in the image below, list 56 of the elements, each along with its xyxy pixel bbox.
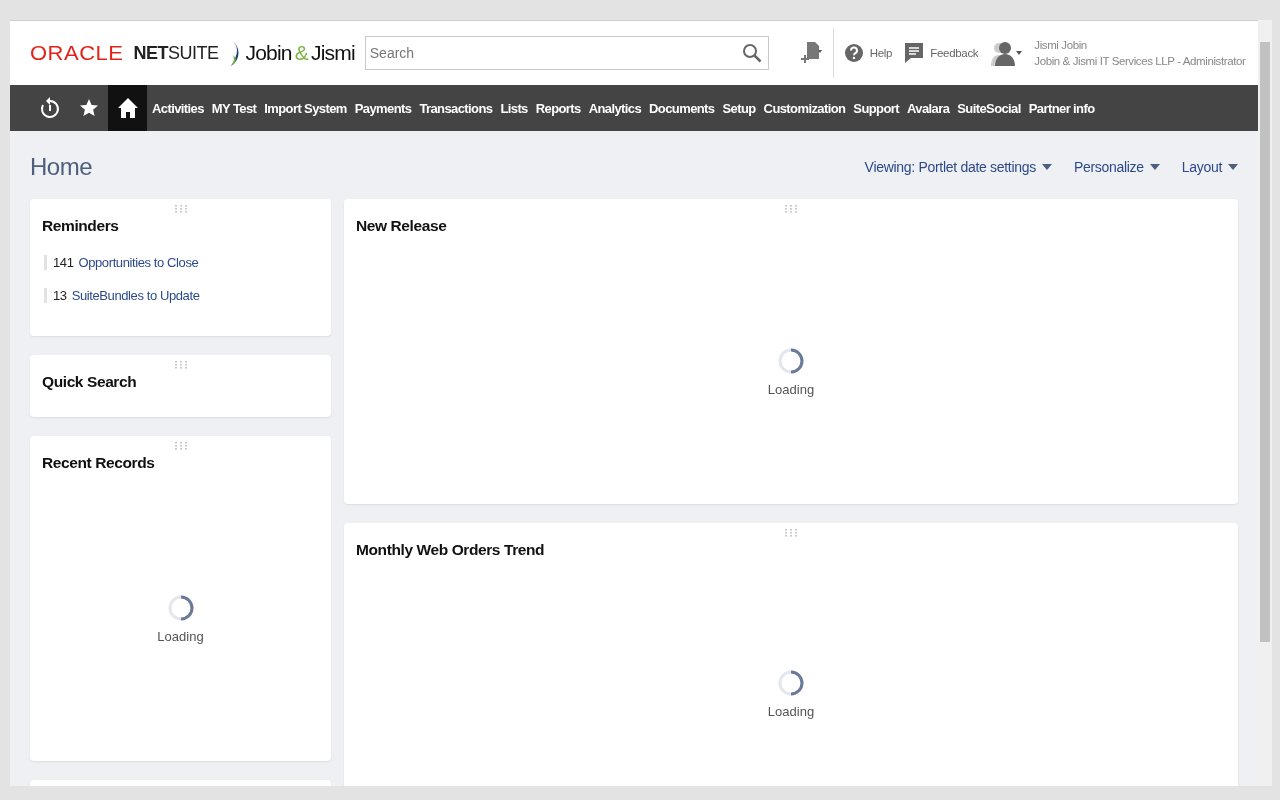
caret-icon: [1149, 164, 1160, 170]
nav-menu-item[interactable]: SuiteSocial: [954, 85, 1024, 131]
account-name: Jobin & Jismi IT Services LLP - Administrator: [1034, 54, 1246, 69]
nav-menu-item[interactable]: Payments: [351, 85, 415, 131]
nav-menu-item[interactable]: Reports: [532, 85, 584, 131]
page-title: Home: [30, 153, 93, 181]
user-icon: [990, 40, 1023, 66]
loading-text: Loading: [767, 703, 815, 719]
nav-menu-item[interactable]: Documents: [646, 85, 718, 131]
nav-menu-item[interactable]: MY Test: [208, 85, 260, 131]
dropdown-link[interactable]: Viewing: Portlet date settings: [864, 159, 1052, 175]
search-icon[interactable]: [741, 43, 762, 63]
nav-menu-item[interactable]: Customization: [760, 85, 849, 131]
caret-icon: [1041, 164, 1052, 170]
nav-menu-item[interactable]: Transactions: [416, 85, 496, 131]
nav-menu-item[interactable]: Setup: [719, 85, 759, 131]
scrollbar-thumb[interactable]: [1260, 42, 1270, 642]
company-logo: Jobin&Jismi: [228, 39, 355, 67]
nav-menu-item[interactable]: Import System: [261, 85, 350, 131]
comment-icon: [904, 42, 925, 64]
reminder-link[interactable]: 141 Opportunities to Close: [44, 255, 319, 270]
nav-icon-tab[interactable]: [108, 85, 147, 131]
drag-handle-icon[interactable]: [784, 205, 798, 214]
portlet-title: Reminders: [42, 217, 120, 235]
history-icon: [39, 97, 60, 119]
scrollbar[interactable]: [1258, 20, 1272, 786]
nav-menu-item[interactable]: Analytics: [585, 85, 645, 131]
dropdown-link[interactable]: Layout: [1181, 159, 1238, 175]
feedback-button[interactable]: Feedback: [898, 42, 985, 64]
drag-handle-icon[interactable]: [173, 442, 188, 451]
drag-handle-icon[interactable]: [173, 205, 188, 214]
help-button[interactable]: Help: [837, 43, 899, 63]
document-plus-icon: [800, 41, 823, 65]
nav-menu-item[interactable]: Support: [850, 85, 902, 131]
star-icon: [78, 98, 99, 118]
portlet-title: New Release: [356, 217, 448, 235]
reminder-link[interactable]: 13 SuiteBundles to Update: [44, 288, 319, 303]
home-icon: [116, 97, 139, 119]
portlet-title: Monthly Web Orders Trend: [356, 541, 546, 559]
nav-menu-item[interactable]: Avalara: [904, 85, 953, 131]
loading-text: Loading: [767, 382, 815, 397]
loading-text: Loading: [157, 629, 204, 644]
nav-menu-item[interactable]: Activities: [149, 85, 207, 131]
nav-menu-item[interactable]: Lists: [497, 85, 531, 131]
portlet-title: Recent Records: [42, 454, 156, 472]
search-field[interactable]: Search: [364, 36, 769, 70]
help-icon: [843, 43, 864, 63]
oracle-logo: ORACLE: [30, 40, 124, 66]
user-name: Jismi Jobin: [1034, 38, 1088, 53]
drag-handle-icon[interactable]: [173, 361, 188, 370]
dropdown-link[interactable]: Personalize: [1073, 159, 1160, 175]
nav-menu-item[interactable]: Partner info: [1025, 85, 1098, 131]
drag-handle-icon[interactable]: [784, 529, 798, 538]
netsuite-logo: NETSUITE: [133, 42, 219, 64]
caret-icon: [1228, 164, 1238, 170]
portlet-title: Quick Search: [42, 373, 138, 391]
